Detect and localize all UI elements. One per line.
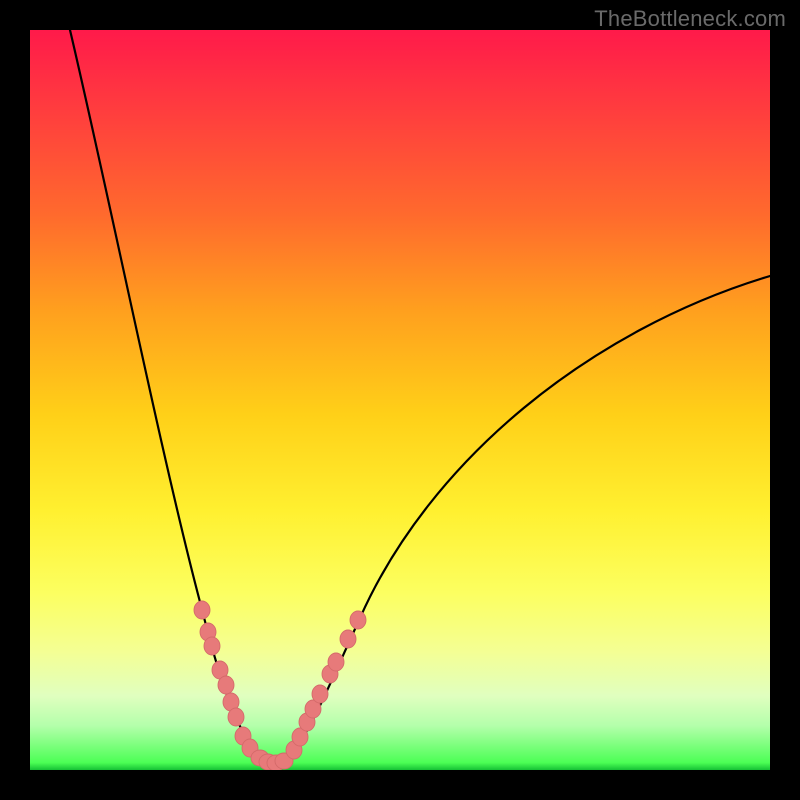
data-bead xyxy=(228,708,244,726)
data-bead xyxy=(312,685,328,703)
data-bead xyxy=(340,630,356,648)
chart-plot-area xyxy=(30,30,770,770)
bead-group-right xyxy=(286,611,366,759)
data-bead xyxy=(204,637,220,655)
data-bead xyxy=(328,653,344,671)
bead-group-left xyxy=(194,601,258,757)
bottleneck-curve-svg xyxy=(30,30,770,770)
watermark-text: TheBottleneck.com xyxy=(594,6,786,32)
data-bead xyxy=(350,611,366,629)
data-bead xyxy=(218,676,234,694)
curve-path xyxy=(70,30,770,763)
data-bead xyxy=(194,601,210,619)
